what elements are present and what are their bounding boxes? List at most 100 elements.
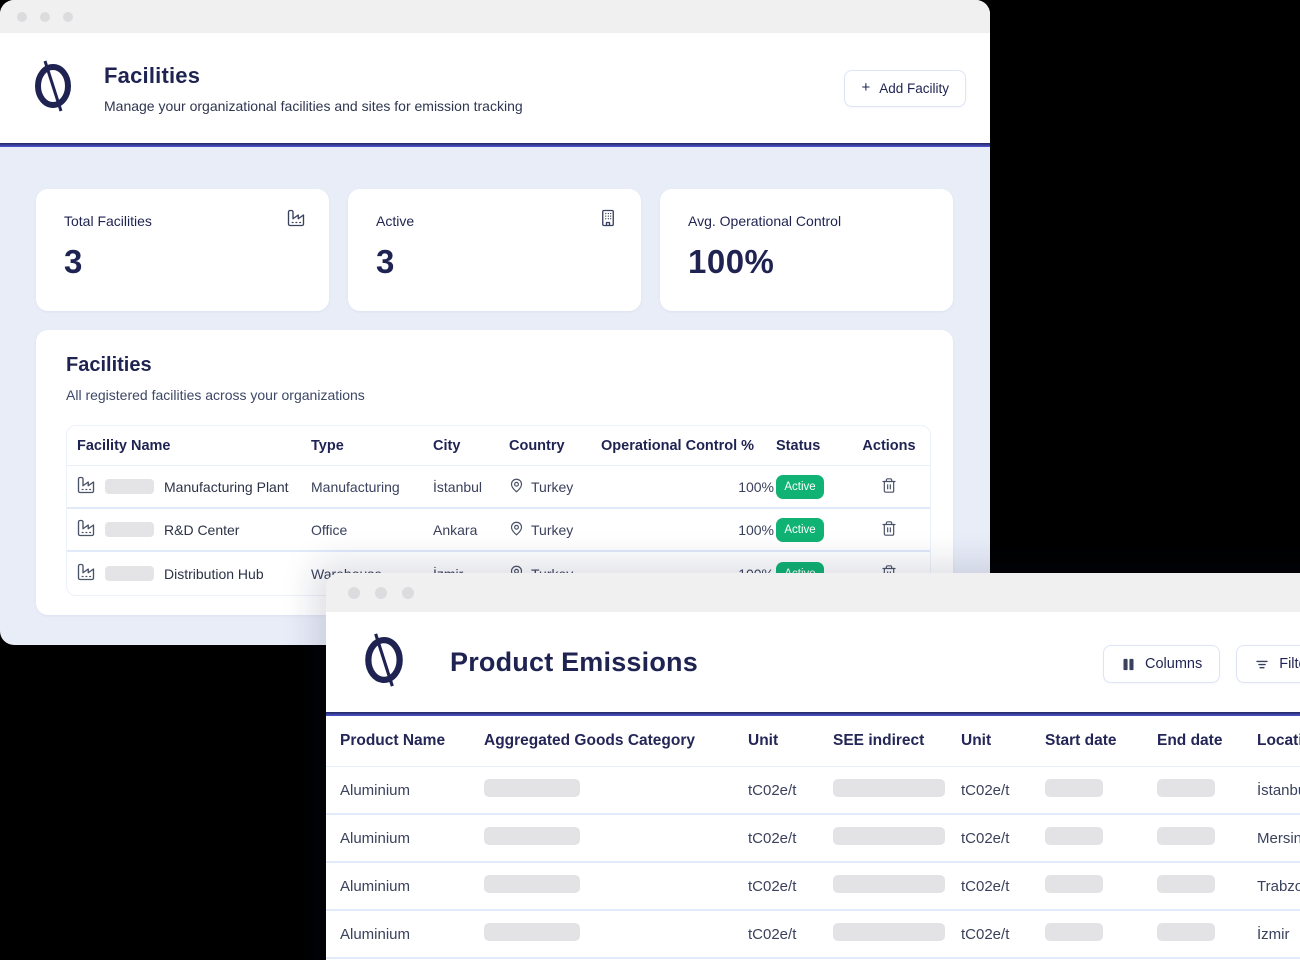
- table-row[interactable]: Aluminium tC02e/t tC02e/t İstanbul: [326, 767, 1300, 815]
- header-accent-divider: [0, 143, 990, 147]
- col-country: Country: [509, 438, 601, 454]
- table-row[interactable]: R&D Center Office Ankara Turkey 100% Act…: [67, 509, 930, 552]
- factory-icon: [77, 519, 95, 540]
- stats-row: Total Facilities 3 Active 3 Avg. Oper: [36, 189, 953, 311]
- redacted-text-placeholder: [1045, 779, 1103, 797]
- card-title: Facilities: [66, 354, 931, 377]
- facilities-table: Facility Name Type City Country Operatio…: [66, 425, 931, 596]
- table-row[interactable]: Aluminium tC02e/t tC02e/t Mersin: [326, 815, 1300, 863]
- redacted-text-placeholder: [833, 779, 945, 797]
- facility-country: Turkey: [531, 522, 573, 538]
- trash-icon: [881, 520, 897, 537]
- col-unit-2: Unit: [961, 732, 1045, 750]
- window-control-dot[interactable]: [402, 587, 414, 599]
- table-header-row: Facility Name Type City Country Operatio…: [67, 426, 930, 466]
- window-control-dot[interactable]: [63, 12, 73, 22]
- stat-label: Active: [376, 213, 615, 229]
- redacted-text-placeholder: [1157, 875, 1215, 893]
- add-facility-button[interactable]: + Add Facility: [844, 70, 966, 107]
- filter-icon: [1254, 657, 1270, 672]
- window-control-dot[interactable]: [375, 587, 387, 599]
- delete-facility-button[interactable]: [879, 518, 899, 542]
- location-value: Mersin: [1257, 830, 1300, 847]
- redacted-text-placeholder: [833, 827, 945, 845]
- factory-icon: [287, 209, 305, 232]
- col-type: Type: [311, 438, 433, 454]
- redacted-text-placeholder: [105, 522, 154, 537]
- redacted-text-placeholder: [833, 923, 945, 941]
- app-logo-icon: [360, 630, 408, 695]
- status-badge: Active: [776, 518, 824, 542]
- redacted-text-placeholder: [1045, 923, 1103, 941]
- table-row[interactable]: Aluminium tC02e/t tC02e/t Trabzon: [326, 863, 1300, 911]
- facility-name: Distribution Hub: [164, 566, 264, 582]
- unit-value: tC02e/t: [748, 926, 833, 943]
- columns-button[interactable]: Columns: [1103, 645, 1220, 683]
- unit-value: tC02e/t: [748, 830, 833, 847]
- map-pin-icon: [509, 478, 524, 496]
- product-emissions-header: Product Emissions Columns Filters: [326, 612, 1300, 712]
- window-titlebar: [0, 0, 990, 33]
- operational-control-value: 100%: [601, 479, 776, 495]
- redacted-text-placeholder: [1157, 923, 1215, 941]
- facility-country: Turkey: [531, 479, 573, 495]
- col-actions: Actions: [848, 438, 930, 454]
- window-control-dot[interactable]: [40, 12, 50, 22]
- product-name: Aluminium: [340, 878, 484, 895]
- unit-value: tC02e/t: [961, 926, 1045, 943]
- col-end-date: End date: [1157, 732, 1257, 750]
- window-titlebar: [326, 573, 1300, 612]
- location-value: Trabzon: [1257, 878, 1300, 895]
- product-emissions-window: Product Emissions Columns Filters: [326, 573, 1300, 960]
- map-pin-icon: [509, 521, 524, 539]
- card-subtitle: All registered facilities across your or…: [66, 387, 931, 403]
- product-name: Aluminium: [340, 926, 484, 943]
- building-icon: [599, 209, 617, 232]
- stat-value: 3: [376, 243, 615, 281]
- redacted-text-placeholder: [105, 479, 154, 494]
- facilities-header: Facilities Manage your organizational fa…: [0, 33, 990, 143]
- table-row[interactable]: Manufacturing Plant Manufacturing İstanb…: [67, 466, 930, 509]
- redacted-text-placeholder: [484, 779, 580, 797]
- window-control-dot[interactable]: [348, 587, 360, 599]
- facility-name: Manufacturing Plant: [164, 479, 289, 495]
- stat-card-avg-operational-control: Avg. Operational Control 100%: [660, 189, 953, 311]
- redacted-text-placeholder: [1157, 827, 1215, 845]
- location-value: İzmir: [1257, 926, 1300, 943]
- redacted-text-placeholder: [484, 923, 580, 941]
- operational-control-value: 100%: [601, 522, 776, 538]
- page-title: Facilities: [104, 63, 523, 89]
- facility-city: İstanbul: [433, 479, 509, 495]
- facility-type: Office: [311, 522, 433, 538]
- facilities-window: Facilities Manage your organizational fa…: [0, 0, 990, 645]
- trash-icon: [881, 477, 897, 494]
- columns-icon: [1121, 657, 1136, 672]
- filters-button[interactable]: Filters: [1236, 645, 1300, 683]
- facility-city: Ankara: [433, 522, 509, 538]
- product-emissions-table: Product Name Aggregated Goods Category U…: [326, 716, 1300, 959]
- stat-label: Avg. Operational Control: [688, 213, 927, 229]
- page-subtitle: Manage your organizational facilities an…: [104, 98, 523, 114]
- redacted-text-placeholder: [484, 875, 580, 893]
- facility-type: Manufacturing: [311, 479, 433, 495]
- redacted-text-placeholder: [484, 827, 580, 845]
- unit-value: tC02e/t: [961, 782, 1045, 799]
- page-title: Product Emissions: [450, 647, 698, 678]
- window-control-dot[interactable]: [17, 12, 27, 22]
- unit-value: tC02e/t: [961, 830, 1045, 847]
- col-facility-name: Facility Name: [77, 438, 311, 454]
- delete-facility-button[interactable]: [879, 475, 899, 499]
- product-name: Aluminium: [340, 830, 484, 847]
- unit-value: tC02e/t: [748, 878, 833, 895]
- location-value: İstanbul: [1257, 782, 1300, 799]
- stat-card-active: Active 3: [348, 189, 641, 311]
- table-row[interactable]: Aluminium tC02e/t tC02e/t İzmir: [326, 911, 1300, 959]
- redacted-text-placeholder: [1045, 827, 1103, 845]
- stat-value: 100%: [688, 243, 927, 281]
- col-operational-control: Operational Control %: [601, 438, 776, 454]
- redacted-text-placeholder: [1157, 779, 1215, 797]
- stat-label: Total Facilities: [64, 213, 303, 229]
- redacted-text-placeholder: [1045, 875, 1103, 893]
- app-logo-icon: [30, 58, 76, 119]
- redacted-text-placeholder: [833, 875, 945, 893]
